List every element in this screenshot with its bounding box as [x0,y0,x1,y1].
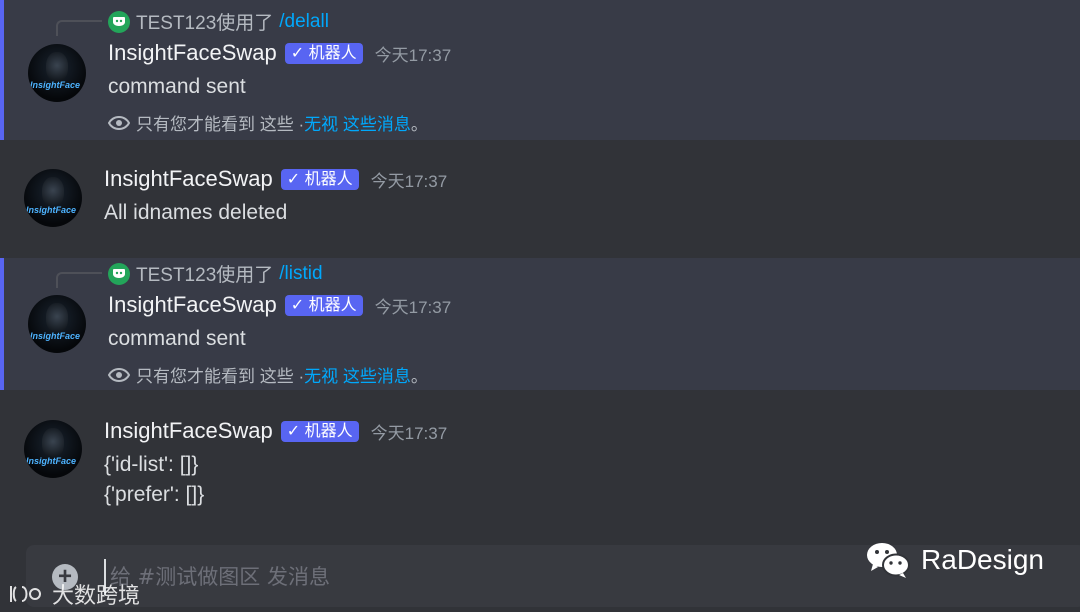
reply-reference[interactable]: TEST123使用了 /delall [108,8,329,35]
reply-command[interactable]: /listid [279,263,322,285]
ephemeral-suffix: 。 [410,367,428,386]
watermark-right-text: RaDesign [921,544,1044,575]
eye-icon [108,115,130,130]
bot-badge: ✓ 机器人 [280,168,359,190]
reply-reference[interactable]: TEST123使用了 /listid [108,260,323,287]
dismiss-link[interactable]: 无视 这些消息 [304,110,411,135]
username[interactable]: InsightFaceSwap [104,418,273,444]
message: InsightFace InsightFaceSwap ✓ 机器人 今天17:3… [0,390,1080,540]
message-ephemeral: TEST123使用了 /listid InsightFace InsightFa… [0,258,1080,390]
ephemeral-text: 只有您才能看到 这些 · [136,367,305,386]
eye-icon [108,367,130,382]
ephemeral-note: 只有您才能看到 这些 · 无视 这些消息。 [108,110,428,135]
message-header: InsightFaceSwap ✓ 机器人 今天17:37 [104,166,447,192]
avatar[interactable]: InsightFace [24,420,82,478]
bot-badge: ✓ 机器人 [284,42,363,64]
chat-window: TEST123使用了 /delall InsightFace InsightFa… [0,0,1080,612]
ephemeral-text: 只有您才能看到 这些 · [136,115,305,134]
bot-badge: ✓ 机器人 [284,294,363,316]
message-header: InsightFaceSwap ✓ 机器人 今天17:37 [108,292,451,318]
avatar-logo-text: InsightFace [30,331,81,341]
avatar[interactable]: InsightFace [28,295,86,353]
avatar-logo-text: InsightFace [26,205,77,215]
wechat-icon [867,543,911,578]
watermark-right: RaDesign [865,540,1044,580]
bot-badge: ✓ 机器人 [280,420,359,442]
timestamp[interactable]: 今天17:37 [371,167,448,192]
username[interactable]: InsightFaceSwap [108,292,277,318]
message-content: All idnames deleted [104,201,288,224]
message-content-line: {'prefer': []} [104,483,205,506]
timestamp[interactable]: 今天17:37 [375,293,452,318]
username[interactable]: InsightFaceSwap [104,166,273,192]
reply-command[interactable]: /delall [279,11,329,33]
timestamp[interactable]: 今天17:37 [375,41,452,66]
watermark-left: 大数跨境 [8,578,140,610]
app-command-icon [108,262,130,285]
dismiss-link[interactable]: 无视 这些消息 [304,362,411,387]
username[interactable]: InsightFaceSwap [108,40,277,66]
app-command-icon [108,10,130,33]
message-ephemeral: TEST123使用了 /delall InsightFace InsightFa… [0,0,1080,140]
reply-connector [56,272,102,288]
ephemeral-note: 只有您才能看到 这些 · 无视 这些消息。 [108,362,428,387]
timestamp[interactable]: 今天17:37 [371,419,448,444]
reply-user-text: TEST123使用了 [136,265,274,286]
watermark-left-text: 大数跨境 [52,583,141,608]
message-header: InsightFaceSwap ✓ 机器人 今天17:37 [108,40,451,66]
message-content: command sent [108,75,246,98]
avatar-logo-text: InsightFace [30,80,81,90]
reply-connector [56,20,102,36]
avatar[interactable]: InsightFace [24,169,82,227]
message-content: command sent [108,327,246,350]
message-header: InsightFaceSwap ✓ 机器人 今天17:37 [104,418,447,444]
reply-user-text: TEST123使用了 [136,13,274,34]
avatar-logo-text: InsightFace [26,456,77,466]
avatar[interactable]: InsightFace [28,44,86,102]
message: InsightFace InsightFaceSwap ✓ 机器人 今天17:3… [0,140,1080,258]
ephemeral-suffix: 。 [410,115,428,134]
watermark-logo-icon [10,586,42,602]
message-content-line: {'id-list': []} [104,453,199,476]
